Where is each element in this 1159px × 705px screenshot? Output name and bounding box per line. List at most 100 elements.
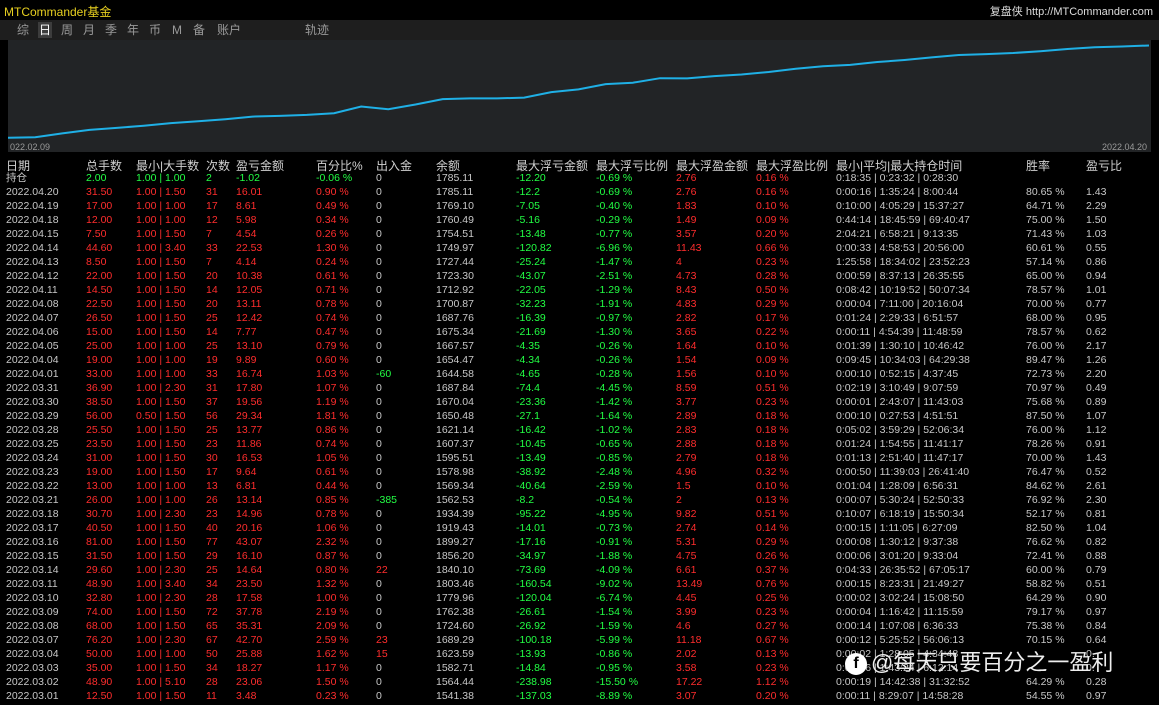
cell-最小平均最大持仓时间: 0:00:19 | 14:42:38 | 31:32:52 [836,676,970,688]
table-row[interactable]: 2022.03.31 36.90 1.00 | 2.30 31 17.80 1.07 % 0… [0,381,1159,395]
cell-百分比: 0.90 % [316,186,349,198]
table-row[interactable]: 2022.03.14 29.60 1.00 | 2.30 25 14.64 0.80 % 2… [0,563,1159,577]
table-row[interactable]: 2022.03.24 31.00 1.00 | 1.50 30 16.53 1.05 % 0… [0,451,1159,465]
cell-百分比: 0.71 % [316,284,349,296]
tab-10[interactable]: 轨迹 [304,22,330,38]
cell-日期: 2022.03.31 [6,382,59,394]
cell-次数: 12 [206,214,218,226]
cell-百分比: 0.61 % [316,466,349,478]
tab-1[interactable]: 日 [38,22,52,38]
cell-最小大手数: 1.00 | 1.50 [136,424,186,436]
cell-最小大手数: 1.00 | 1.50 [136,550,186,562]
cell-盈亏比: 0.49 [1086,382,1107,394]
cell-总手数: 56.00 [86,410,113,422]
cell-余额: 1621.14 [436,424,474,436]
table-row[interactable]: 2022.03.29 56.00 0.50 | 1.50 56 29.34 1.81 % 0… [0,409,1159,423]
table-row[interactable]: 2022.04.06 15.00 1.00 | 1.50 14 7.77 0.47 % 0 1… [0,325,1159,339]
cell-最大浮盈比例: 1.12 % [756,676,789,688]
holding-row[interactable]: 持仓 2.00 1.00 | 1.00 2 -1.02 -0.06 % 0 1785.11 -1… [0,171,1159,185]
cell-最小大手数: 1.00 | 1.00 [136,648,186,660]
table-row[interactable]: 2022.04.19 17.00 1.00 | 1.00 17 8.61 0.49 % 0 1… [0,199,1159,213]
cell-最小平均最大持仓时间: 0:00:10 | 0:52:15 | 4:37:45 [836,368,959,380]
tab-7[interactable]: M [170,22,184,38]
tab-6[interactable]: 币 [148,22,162,38]
table-row[interactable]: 2022.04.11 14.50 1.00 | 1.50 14 12.05 0.71 % 0… [0,283,1159,297]
cell-胜率: 76.47 % [1026,466,1065,478]
cell-日期: 2022.03.08 [6,620,59,632]
cell-最小大手数: 1.00 | 1.50 [136,606,186,618]
table-row[interactable]: 2022.03.02 48.90 1.00 | 5.10 28 23.06 1.50 % 0… [0,675,1159,689]
table-row[interactable]: 2022.04.13 8.50 1.00 | 1.50 7 4.14 0.24 % 0 172… [0,255,1159,269]
cell-最大浮盈比例: 0.20 % [756,228,789,240]
tab-9[interactable]: 账户 [216,22,242,38]
cell-盈亏金额: 19.56 [236,396,263,408]
table-row[interactable]: 2022.03.21 26.00 1.00 | 1.00 26 13.14 0.85 % -… [0,493,1159,507]
cell-盈亏比: 1.07 [1086,410,1107,422]
cell-余额: 1749.97 [436,242,474,254]
cell-最大浮盈金额: 17.22 [676,676,703,688]
cell-次数: 31 [206,186,218,198]
cell-总手数: 22.00 [86,270,113,282]
cell-最大浮盈金额: 3.58 [676,662,697,674]
brand-link[interactable]: 复盘侠 http://MTCommander.com [990,3,1153,19]
cell-盈亏比: 2.17 [1086,340,1107,352]
cell-总手数: 17.00 [86,200,113,212]
table-row[interactable]: 2022.03.09 74.00 1.00 | 1.50 72 37.78 2.19 % 0… [0,605,1159,619]
cell-百分比: 2.32 % [316,536,349,548]
watermark: f @每天只要百分之一盈利 [845,645,1113,677]
cell-最小平均最大持仓时间: 0:00:11 | 4:54:39 | 11:48:59 [836,326,963,338]
cell-最小平均最大持仓时间: 0:10:07 | 6:18:19 | 15:50:34 [836,508,965,520]
cell-最大浮盈比例: 0.76 % [756,578,789,590]
cell-次数: 25 [206,312,218,324]
table-row[interactable]: 2022.03.28 25.50 1.00 | 1.50 25 13.77 0.86 % 0… [0,423,1159,437]
table-row[interactable]: 2022.04.20 31.50 1.00 | 1.50 31 16.01 0.90 % 0… [0,185,1159,199]
table-row[interactable]: 2022.03.16 81.00 1.00 | 1.50 77 43.07 2.32 % 0… [0,535,1159,549]
tab-0[interactable]: 综 [16,22,30,38]
cell-次数: 2 [206,172,212,184]
table-row[interactable]: 2022.04.05 25.00 1.00 | 1.00 25 13.10 0.79 % 0… [0,339,1159,353]
table-row[interactable]: 2022.03.23 19.00 1.00 | 1.50 17 9.64 0.61 % 0 1… [0,465,1159,479]
cell-次数: 17 [206,466,218,478]
table-row[interactable]: 2022.04.12 22.00 1.00 | 1.50 20 10.38 0.61 % 0… [0,269,1159,283]
cell-最小平均最大持仓时间: 0:09:45 | 10:34:03 | 64:29:38 [836,354,970,366]
table-row[interactable]: 2022.03.30 38.50 1.00 | 1.50 37 19.56 1.19 % 0… [0,395,1159,409]
cell-最小大手数: 1.00 | 3.40 [136,578,186,590]
tab-2[interactable]: 周 [60,22,74,38]
table-row[interactable]: 2022.03.17 40.50 1.00 | 1.50 40 20.16 1.06 % 0… [0,521,1159,535]
table-row[interactable]: 2022.04.04 19.00 1.00 | 1.00 19 9.89 0.60 % 0 1… [0,353,1159,367]
tab-5[interactable]: 年 [126,22,140,38]
table-row[interactable]: 2022.04.08 22.50 1.00 | 1.50 20 13.11 0.78 % 0… [0,297,1159,311]
x-end-label: 2022.04.20 [1101,142,1147,152]
table-row[interactable]: 2022.03.22 13.00 1.00 | 1.00 13 6.81 0.44 % 0 1… [0,479,1159,493]
table-row[interactable]: 2022.03.25 23.50 1.00 | 1.50 23 11.86 0.74 % 0… [0,437,1159,451]
tab-8[interactable]: 备 [192,22,206,38]
tab-3[interactable]: 月 [82,22,96,38]
cell-总手数: 15.00 [86,326,113,338]
cell-最大浮亏比例: -0.91 % [596,536,633,548]
cell-次数: 28 [206,676,218,688]
table-row[interactable]: 2022.03.15 31.50 1.00 | 1.50 29 16.10 0.87 % 0… [0,549,1159,563]
cell-盈亏金额: 23.50 [236,578,263,590]
cell-余额: 1650.48 [436,410,474,422]
table-row[interactable]: 2022.04.15 7.50 1.00 | 1.50 7 4.54 0.26 % 0 175… [0,227,1159,241]
table-row[interactable]: 2022.03.08 68.00 1.00 | 1.50 65 35.31 2.09 % 0… [0,619,1159,633]
cell-最大浮亏比例: -0.69 % [596,172,633,184]
table-row[interactable]: 2022.03.11 48.90 1.00 | 3.40 34 23.50 1.32 % 0… [0,577,1159,591]
cell-日期: 2022.03.22 [6,480,59,492]
cell-最大浮亏金额: -17.16 [516,536,546,548]
table-row[interactable]: 2022.04.07 26.50 1.00 | 1.50 25 12.42 0.74 % 0… [0,311,1159,325]
cell-盈亏金额: 29.34 [236,410,263,422]
cell-出入金: 0 [376,522,382,534]
cell-最大浮亏比例: -6.74 % [596,592,633,604]
table-row[interactable]: 2022.03.18 30.70 1.00 | 2.30 23 14.96 0.78 % 0… [0,507,1159,521]
cell-最大浮盈金额: 4.83 [676,298,697,310]
table-row[interactable]: 2022.03.01 12.50 1.00 | 1.50 11 3.48 0.23 % 0 1… [0,689,1159,703]
table-row[interactable]: 2022.03.10 32.80 1.00 | 2.30 28 17.58 1.00 % 0… [0,591,1159,605]
table-row[interactable]: 2022.04.01 33.00 1.00 | 1.00 33 16.74 1.03 % -… [0,367,1159,381]
cell-日期: 2022.03.02 [6,676,59,688]
table-row[interactable]: 2022.04.14 44.60 1.00 | 3.40 33 22.53 1.30 % 0… [0,241,1159,255]
cell-最大浮盈金额: 4.96 [676,466,697,478]
table-row[interactable]: 2022.04.18 12.00 1.00 | 1.00 12 5.98 0.34 % 0 1… [0,213,1159,227]
cell-胜率: 84.62 % [1026,480,1065,492]
tab-4[interactable]: 季 [104,22,118,38]
